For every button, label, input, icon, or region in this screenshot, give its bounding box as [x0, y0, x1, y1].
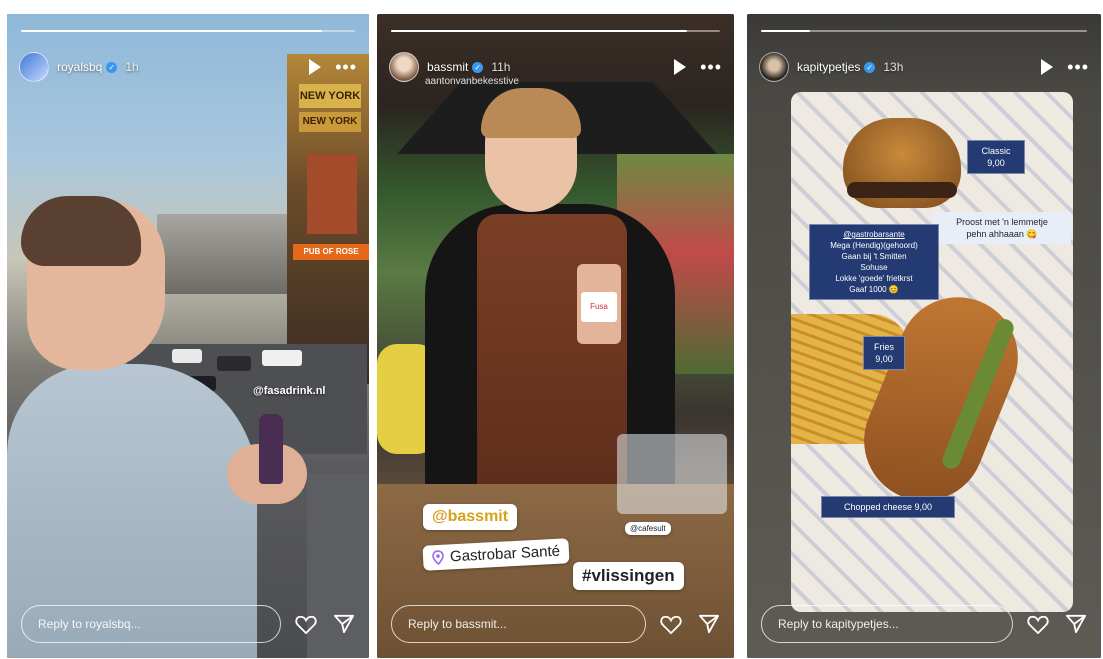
play-icon[interactable] — [674, 59, 687, 75]
burger-patty — [847, 182, 957, 198]
location-text: Gastrobar Santé — [449, 542, 561, 566]
note-line: Proost met 'n lemmetje — [956, 217, 1048, 227]
story-footer — [21, 604, 357, 644]
car — [262, 350, 302, 366]
mention-text: @bassmit — [432, 508, 509, 525]
avatar[interactable] — [759, 52, 789, 82]
review-line: Lokke 'goede' frietkrst — [835, 274, 913, 283]
neon-sign-new-york: NEW YORK — [299, 84, 361, 108]
username[interactable]: kapitypetjes — [797, 60, 860, 74]
glass-container — [617, 434, 727, 514]
story-header: royalsbq 1h ••• — [19, 50, 357, 84]
bottle-label: Fusa — [581, 292, 617, 322]
distant-skyline — [157, 214, 287, 294]
fries-label: Fries — [874, 342, 894, 352]
car — [217, 356, 251, 371]
review-line: Gaaf 1000 😊 — [849, 285, 899, 294]
billboard — [307, 154, 357, 234]
car — [172, 349, 202, 363]
story-footer — [391, 604, 722, 644]
review-line: Mega (Hendig)(gehoord) — [830, 241, 918, 250]
fries-price-sticker: Fries 9,00 — [863, 336, 905, 370]
story-progress-bar — [761, 30, 1087, 32]
username[interactable]: royalsbq — [57, 60, 102, 74]
chopped-cheese-price-sticker: Chopped cheese 9,00 — [821, 496, 955, 518]
heart-icon[interactable] — [658, 611, 684, 637]
story-bassmit[interactable]: Fusa @bassmit Gastrobar Santé @cafesult … — [377, 14, 734, 658]
person-hair — [21, 196, 141, 266]
heart-icon[interactable] — [1025, 611, 1051, 637]
story-progress-fill — [761, 30, 810, 32]
small-mention-sticker[interactable]: @cafesult — [625, 522, 671, 535]
verified-badge-icon — [106, 61, 118, 73]
reply-input[interactable] — [761, 605, 1013, 643]
more-options-icon[interactable]: ••• — [700, 58, 722, 76]
drink-bottle — [259, 414, 283, 484]
story-progress-fill — [391, 30, 688, 32]
avatar[interactable] — [389, 52, 419, 82]
verified-badge-icon — [472, 61, 484, 73]
classic-price-sticker: Classic 9,00 — [967, 140, 1025, 174]
play-icon[interactable] — [1041, 59, 1054, 75]
time-ago: 13h — [883, 60, 904, 74]
time-ago: 11h — [491, 60, 511, 74]
reply-input[interactable] — [21, 605, 281, 643]
story-footer — [761, 604, 1089, 644]
story-kapitypetjes[interactable]: Classic 9,00 Proost met 'n lemmetje pehn… — [747, 14, 1101, 658]
fries-price: 9,00 — [875, 354, 893, 364]
story-progress-bar — [21, 30, 355, 32]
story-progress-bar — [391, 30, 720, 32]
story-progress-fill — [21, 30, 322, 32]
username[interactable]: bassmit — [427, 60, 468, 74]
neon-sign-pub: PUB OF ROSE — [293, 244, 369, 260]
review-sticker: @gastrobarsante Mega (Hendig)(gehoord) G… — [809, 224, 939, 300]
classic-label: Classic — [981, 146, 1011, 156]
location-pin-icon — [432, 550, 444, 566]
hashtag-sticker[interactable]: #vlissingen — [573, 562, 684, 590]
story-header: kapitypetjes 13h ••• — [759, 50, 1089, 84]
story-subline[interactable]: aantonvanbekesstive — [425, 76, 519, 87]
mention-sticker[interactable]: @fasadrink.nl — [253, 385, 325, 397]
time-ago: 1h — [125, 60, 139, 74]
more-options-icon[interactable]: ••• — [335, 58, 357, 76]
heart-icon[interactable] — [293, 611, 319, 637]
review-line: Gaan bij 't Smitten — [841, 252, 907, 261]
play-icon[interactable] — [309, 59, 322, 75]
note-sticker: Proost met 'n lemmetje pehn ahhaaan 😋 — [933, 212, 1071, 244]
send-icon[interactable] — [696, 611, 722, 637]
send-icon[interactable] — [1063, 611, 1089, 637]
review-line: Sohuse — [860, 263, 888, 272]
review-line[interactable]: @gastrobarsante — [816, 229, 932, 240]
note-line: pehn ahhaaan 😋 — [966, 229, 1038, 239]
send-icon[interactable] — [331, 611, 357, 637]
avatar[interactable] — [19, 52, 49, 82]
story-royalsbq[interactable]: NEW YORK NEW YORK PUB OF ROSE @fasadrink… — [7, 14, 369, 658]
reply-input[interactable] — [391, 605, 646, 643]
classic-price: 9,00 — [987, 158, 1005, 168]
leather-apron — [477, 214, 627, 514]
verified-badge-icon — [864, 61, 876, 73]
mention-sticker[interactable]: @bassmit — [423, 504, 518, 530]
neon-sign-new-york-2: NEW YORK — [299, 112, 361, 132]
more-options-icon[interactable]: ••• — [1067, 58, 1089, 76]
